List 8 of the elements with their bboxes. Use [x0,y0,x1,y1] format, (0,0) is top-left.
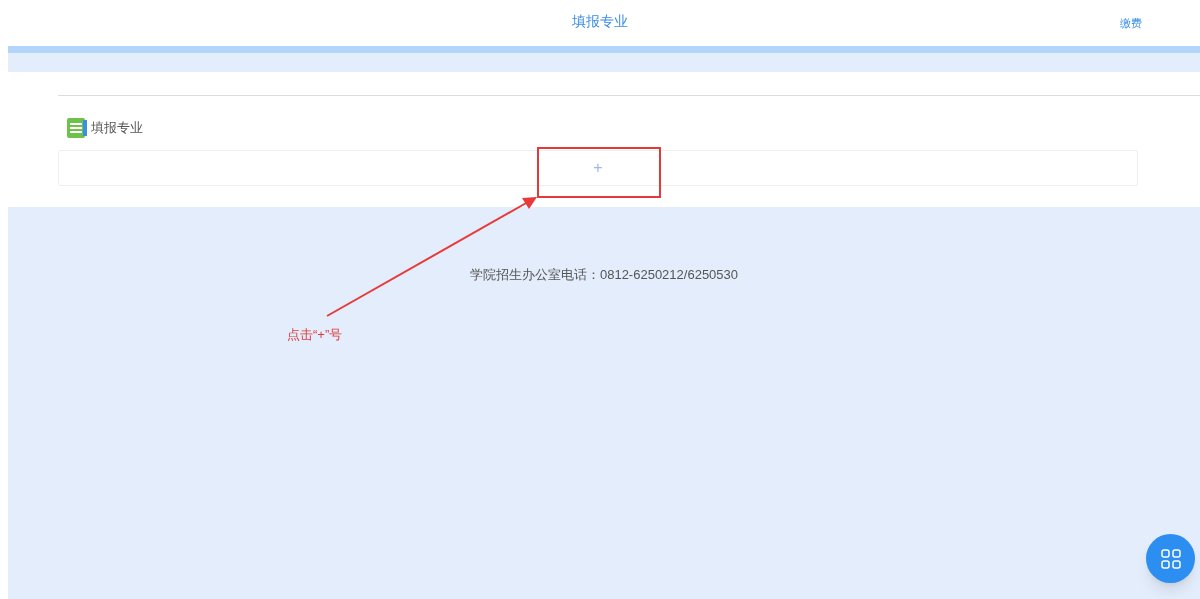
notebook-icon [66,117,88,139]
annotation-note: 点击“+”号 [287,326,343,344]
section-title: 填报专业 [91,119,143,138]
payment-link[interactable]: 缴费 [1120,15,1142,32]
contact-text: 学院招生办公室电话：0812-6250212/6250530 [469,266,739,283]
page-title: 填报专业 [572,12,628,31]
grid-icon [1160,548,1181,569]
add-button[interactable]: + [58,150,1138,186]
